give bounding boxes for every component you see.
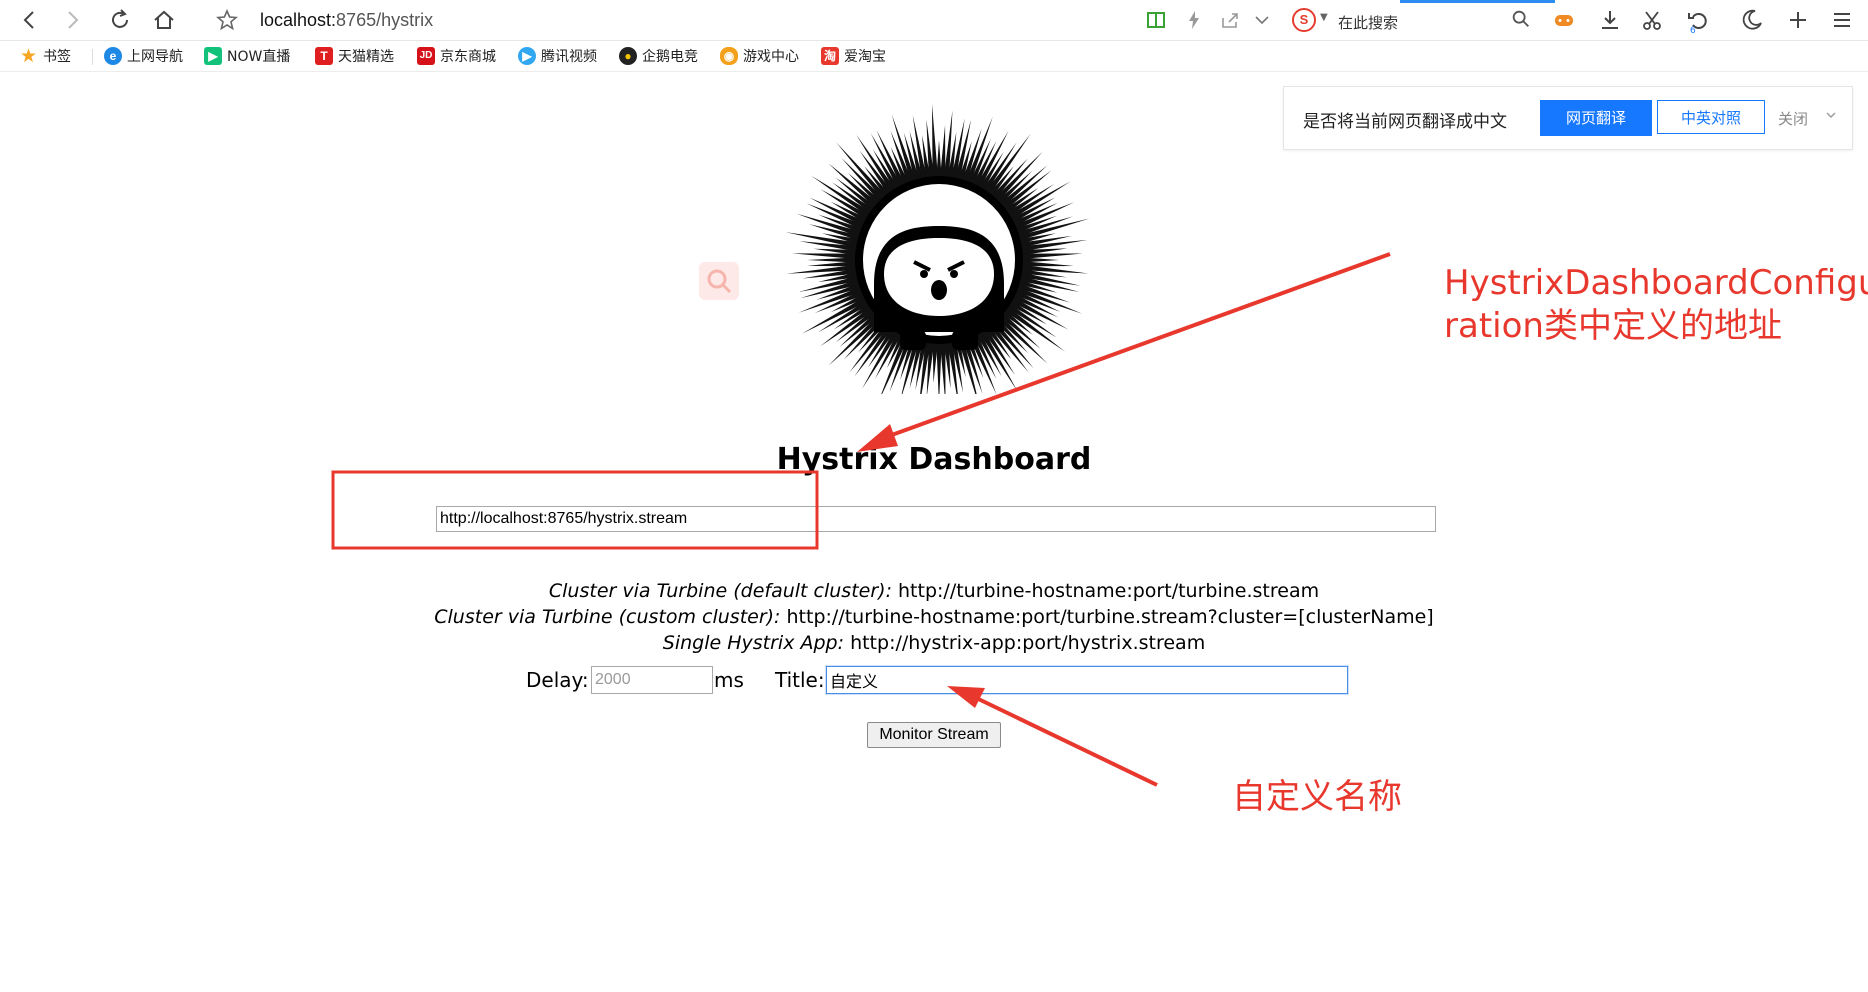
bookmark-label: 爱淘宝 <box>844 49 886 65</box>
ie-icon: e <box>104 47 122 65</box>
chevron-down-icon[interactable] <box>1824 107 1838 121</box>
page-title: Hystrix Dashboard <box>776 442 1092 477</box>
monitor-stream-button[interactable]: Monitor Stream <box>867 722 1001 748</box>
translate-question: 是否将当前网页翻译成中文 <box>1303 112 1507 132</box>
hint-value: http://turbine-hostname:port/turbine.str… <box>898 580 1320 602</box>
tmall-icon: T <box>315 47 333 65</box>
title-label: Title: <box>775 668 825 692</box>
bookmark-item[interactable]: ● 企鹅电竞 <box>619 46 698 66</box>
menu-icon[interactable] <box>1830 8 1854 32</box>
chevron-down-icon[interactable] <box>1250 8 1274 32</box>
now-icon: ▶ <box>204 47 222 65</box>
undo-count-badge: 6 <box>1690 26 1696 36</box>
hint-default-cluster: Cluster via Turbine (default cluster): h… <box>0 580 1868 602</box>
address-path: 8765/hystrix <box>336 10 434 30</box>
lightning-icon[interactable] <box>1182 8 1206 32</box>
annotation-title: 自定义名称 <box>1232 777 1402 817</box>
star-icon: ★ <box>20 45 38 67</box>
hystrix-hedgehog-logo <box>774 94 1104 412</box>
bookmark-item[interactable]: ★ 书签 <box>20 45 72 67</box>
search-icon[interactable] <box>1510 8 1532 30</box>
delay-input[interactable] <box>591 666 713 694</box>
bookmark-item[interactable]: T 天猫精选 <box>315 46 394 66</box>
hint-value: http://turbine-hostname:port/turbine.str… <box>786 606 1434 628</box>
bookmark-item[interactable]: ▶ 腾讯视频 <box>518 46 597 66</box>
game-icon[interactable] <box>1552 8 1576 32</box>
forward-icon[interactable] <box>60 8 84 32</box>
taobao-icon: 淘 <box>821 47 839 65</box>
hint-custom-cluster: Cluster via Turbine (custom cluster): ht… <box>0 606 1868 628</box>
hint-value: http://hystrix-app:port/hystrix.stream <box>850 632 1206 654</box>
annotation-config-line1: HystrixDashboardConfigu <box>1444 263 1868 303</box>
bookmark-item[interactable]: ▶ NOW直播 <box>204 46 290 66</box>
stream-url-input[interactable] <box>436 506 1436 532</box>
delay-label: Delay: <box>526 668 589 692</box>
bookmark-label: 腾讯视频 <box>541 49 597 65</box>
bookmark-label: 企鹅电竞 <box>642 49 698 65</box>
hint-label: Cluster via Turbine (default cluster): <box>548 580 892 602</box>
bookmark-label: 上网导航 <box>127 49 183 65</box>
bookmark-label: 京东商城 <box>440 49 496 65</box>
bookmark-label: NOW直播 <box>227 49 291 65</box>
browser-toolbar: localhost:8765/hystrix S ▼ 在此搜索 6 <box>0 0 1868 41</box>
bilingual-button[interactable]: 中英对照 <box>1657 100 1765 134</box>
back-icon[interactable] <box>18 8 42 32</box>
address-bar[interactable]: localhost:8765/hystrix <box>260 10 433 31</box>
tencent-video-icon: ▶ <box>518 47 536 65</box>
bookmark-star-icon[interactable] <box>215 8 239 32</box>
download-icon[interactable] <box>1598 8 1622 32</box>
bookmark-label: 游戏中心 <box>743 49 799 65</box>
new-tab-icon[interactable] <box>1786 8 1810 32</box>
bookmarks-bar: ★ 书签 e 上网导航 ▶ NOW直播 T 天猫精选 JD 京东商城 ▶ 腾讯视… <box>0 41 1868 72</box>
hint-label: Single Hystrix App: <box>662 632 845 654</box>
bookmark-item[interactable]: JD 京东商城 <box>417 46 496 66</box>
jd-icon: JD <box>417 47 435 65</box>
share-icon[interactable] <box>1218 8 1242 32</box>
undo-icon[interactable]: 6 <box>1686 8 1710 36</box>
hint-label: Cluster via Turbine (custom cluster): <box>434 606 781 628</box>
bookmark-label: 书签 <box>43 49 72 65</box>
scissors-icon[interactable] <box>1640 8 1664 32</box>
translate-button[interactable]: 网页翻译 <box>1540 100 1652 136</box>
sogou-search-icon[interactable]: S <box>1292 8 1316 32</box>
home-icon[interactable] <box>152 8 176 32</box>
bookmark-item[interactable]: ◉ 游戏中心 <box>720 46 799 66</box>
annotation-config: HystrixDashboardConfigu ration类中定义的地址 <box>1444 262 1868 348</box>
hint-single-app: Single Hystrix App: http://hystrix-app:p… <box>0 632 1868 654</box>
address-host: localhost: <box>260 10 337 30</box>
gamepad-icon: ◉ <box>720 47 738 65</box>
tab-progress-line <box>1400 0 1555 3</box>
search-placeholder: 在此搜索 <box>1338 14 1399 32</box>
title-input[interactable] <box>826 666 1348 694</box>
annotation-config-line2: ration类中定义的地址 <box>1444 306 1782 346</box>
search-box[interactable]: S ▼ 在此搜索 <box>1292 6 1542 34</box>
night-mode-icon[interactable] <box>1740 8 1764 32</box>
engine-dropdown-icon[interactable]: ▼ <box>1320 12 1328 23</box>
bookmark-label: 天猫精选 <box>338 49 394 65</box>
translate-bar: 是否将当前网页翻译成中文 网页翻译 中英对照 关闭 <box>1283 86 1853 150</box>
reload-icon[interactable] <box>108 8 132 32</box>
bookmark-item[interactable]: 淘 爱淘宝 <box>821 46 886 66</box>
bookmark-separator <box>92 49 93 65</box>
delay-unit: ms <box>714 668 744 692</box>
reader-mode-icon[interactable] <box>1144 8 1168 32</box>
penguin-icon: ● <box>619 47 637 65</box>
bookmark-item[interactable]: e 上网导航 <box>104 46 183 66</box>
translate-close[interactable]: 关闭 <box>1778 108 1808 129</box>
search-icon <box>699 262 739 300</box>
